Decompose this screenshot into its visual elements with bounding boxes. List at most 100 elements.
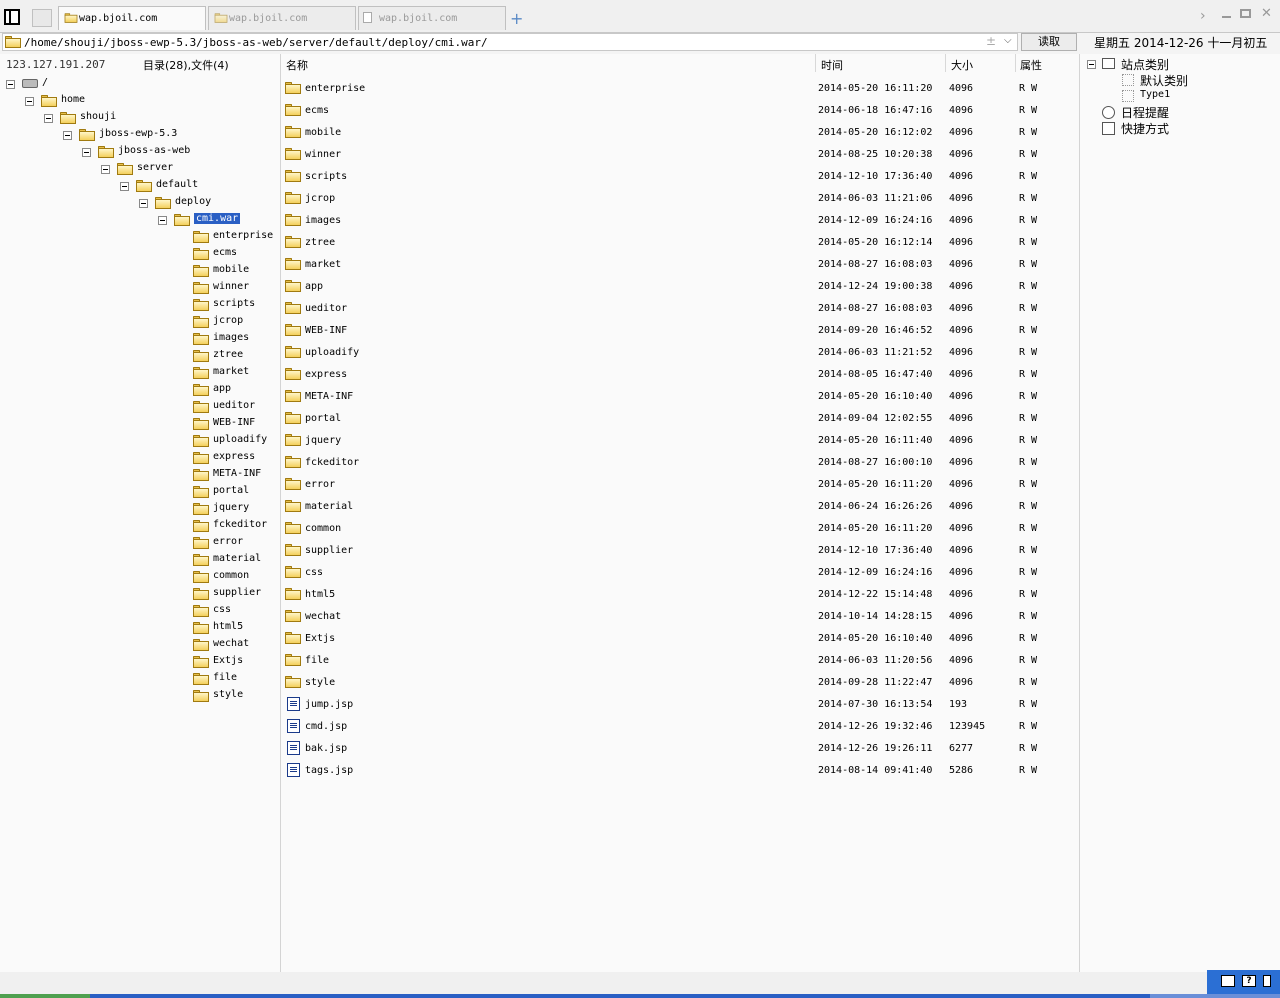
tab-2[interactable]: wap.bjoil.com [208,6,356,30]
collapse-toggle-icon[interactable] [120,182,129,191]
tree-node[interactable]: home [0,93,280,109]
add-tab-icon[interactable]: + [510,9,523,28]
chevron-down-icon[interactable]: ⌵ [1004,35,1012,46]
file-row[interactable]: app 2014-12-24 19:00:38 4096 R W [281,276,1079,298]
tree-node[interactable]: images [0,331,280,347]
tree-node[interactable]: html5 [0,620,280,636]
file-row[interactable]: META-INF 2014-05-20 16:10:40 4096 R W [281,386,1079,408]
chevron-right-icon[interactable]: › [1200,8,1206,24]
tree-node[interactable]: css [0,603,280,619]
tree-node[interactable]: express [0,450,280,466]
tree-node[interactable]: jcrop [0,314,280,330]
file-row[interactable]: jcrop 2014-06-03 11:21:06 4096 R W [281,188,1079,210]
tree-node[interactable]: Extjs [0,654,280,670]
collapse-toggle-icon[interactable] [6,80,15,89]
panel-toggle-icon[interactable] [4,9,20,25]
collapse-toggle-icon[interactable] [63,131,72,140]
file-row[interactable]: winner 2014-08-25 10:20:38 4096 R W [281,144,1079,166]
tree-node[interactable]: material [0,552,280,568]
tray-indicator-icon[interactable] [1263,975,1271,987]
collapse-toggle-icon[interactable] [139,199,148,208]
column-header-name[interactable]: 名称 [286,57,308,73]
collapse-toggle-icon[interactable] [101,165,110,174]
tab-1[interactable]: wap.bjoil.com [58,6,206,30]
file-row[interactable]: wechat 2014-10-14 14:28:15 4096 R W [281,606,1079,628]
collapse-toggle-icon[interactable] [44,114,53,123]
tree-node[interactable]: common [0,569,280,585]
tree-node[interactable]: winner [0,280,280,296]
tree-node[interactable]: / [0,76,280,92]
file-row[interactable]: uploadify 2014-06-03 11:21:52 4096 R W [281,342,1079,364]
shortcut-item[interactable]: 快捷方式 [1121,120,1169,137]
tree-node[interactable]: default [0,178,280,194]
column-header-size[interactable]: 大小 [951,57,973,73]
tree-node[interactable]: fckeditor [0,518,280,534]
file-row[interactable]: file 2014-06-03 11:20:56 4096 R W [281,650,1079,672]
tree-node[interactable]: app [0,382,280,398]
type1-category-item[interactable]: Type1 [1140,89,1170,100]
tree-node[interactable]: portal [0,484,280,500]
file-row[interactable]: Extjs 2014-05-20 16:10:40 4096 R W [281,628,1079,650]
tree-node[interactable]: ztree [0,348,280,364]
file-row[interactable]: jump.jsp 2014-07-30 16:13:54 193 R W [281,694,1079,716]
tree-node[interactable]: market [0,365,280,381]
file-row[interactable]: html5 2014-12-22 15:14:48 4096 R W [281,584,1079,606]
default-category-item[interactable]: 默认类别 [1140,72,1188,89]
file-row[interactable]: market 2014-08-27 16:08:03 4096 R W [281,254,1079,276]
tab-3[interactable]: wap.bjoil.com [358,6,506,30]
file-row[interactable]: scripts 2014-12-10 17:36:40 4096 R W [281,166,1079,188]
tree-node[interactable]: META-INF [0,467,280,483]
tree-node[interactable]: shouji [0,110,280,126]
tree-node[interactable]: ueditor [0,399,280,415]
file-row[interactable]: cmd.jsp 2014-12-26 19:32:46 123945 R W [281,716,1079,738]
file-row[interactable]: images 2014-12-09 16:24:16 4096 R W [281,210,1079,232]
tree-node[interactable]: wechat [0,637,280,653]
tree-node[interactable]: scripts [0,297,280,313]
tree-node[interactable]: WEB-INF [0,416,280,432]
tree-node[interactable]: supplier [0,586,280,602]
collapse-toggle-icon[interactable] [25,97,34,106]
tree-node[interactable]: ecms [0,246,280,262]
tree-node[interactable]: file [0,671,280,687]
tree-node[interactable]: server [0,161,280,177]
file-row[interactable]: express 2014-08-05 16:47:40 4096 R W [281,364,1079,386]
file-row[interactable]: ztree 2014-05-20 16:12:14 4096 R W [281,232,1079,254]
tree-node[interactable]: jquery [0,501,280,517]
column-header-attr[interactable]: 属性 [1020,57,1042,73]
file-row[interactable]: portal 2014-09-04 12:02:55 4096 R W [281,408,1079,430]
file-row[interactable]: mobile 2014-05-20 16:12:02 4096 R W [281,122,1079,144]
tree-node[interactable]: style [0,688,280,704]
tree-node[interactable]: uploadify [0,433,280,449]
keyboard-icon[interactable] [1221,975,1235,987]
file-row[interactable]: jquery 2014-05-20 16:11:40 4096 R W [281,430,1079,452]
tree-node[interactable]: deploy [0,195,280,211]
tree-node[interactable]: mobile [0,263,280,279]
tree-node[interactable]: jboss-ewp-5.3 [0,127,280,143]
new-blank-tab-button[interactable] [32,9,52,27]
file-row[interactable]: common 2014-05-20 16:11:20 4096 R W [281,518,1079,540]
read-button[interactable]: 读取 [1021,33,1077,51]
file-row[interactable]: ueditor 2014-08-27 16:08:03 4096 R W [281,298,1079,320]
file-row[interactable]: tags.jsp 2014-08-14 09:41:40 5286 R W [281,760,1079,782]
file-row[interactable]: enterprise 2014-05-20 16:11:20 4096 R W [281,78,1079,100]
file-row[interactable]: fckeditor 2014-08-27 16:00:10 4096 R W [281,452,1079,474]
file-row[interactable]: error 2014-05-20 16:11:20 4096 R W [281,474,1079,496]
file-row[interactable]: ecms 2014-06-18 16:47:16 4096 R W [281,100,1079,122]
file-row[interactable]: css 2014-12-09 16:24:16 4096 R W [281,562,1079,584]
help-icon[interactable]: ? [1242,975,1256,987]
file-row[interactable]: bak.jsp 2014-12-26 19:26:11 6277 R W [281,738,1079,760]
column-header-time[interactable]: 时间 [821,57,843,73]
site-category-label[interactable]: 站点类别 [1121,56,1169,73]
schedule-reminder-item[interactable]: 日程提醒 [1121,104,1169,121]
close-icon[interactable]: ✕ [1261,6,1272,21]
collapse-toggle-icon[interactable] [158,216,167,225]
file-row[interactable]: material 2014-06-24 16:26:26 4096 R W [281,496,1079,518]
plus-minus-icon[interactable]: ± [986,34,996,48]
tree-node[interactable]: cmi.war [0,212,280,228]
file-row[interactable]: supplier 2014-12-10 17:36:40 4096 R W [281,540,1079,562]
file-row[interactable]: WEB-INF 2014-09-20 16:46:52 4096 R W [281,320,1079,342]
file-row[interactable]: style 2014-09-28 11:22:47 4096 R W [281,672,1079,694]
tree-node[interactable]: error [0,535,280,551]
tree-node[interactable]: enterprise [0,229,280,245]
collapse-toggle-icon[interactable] [1087,60,1096,69]
